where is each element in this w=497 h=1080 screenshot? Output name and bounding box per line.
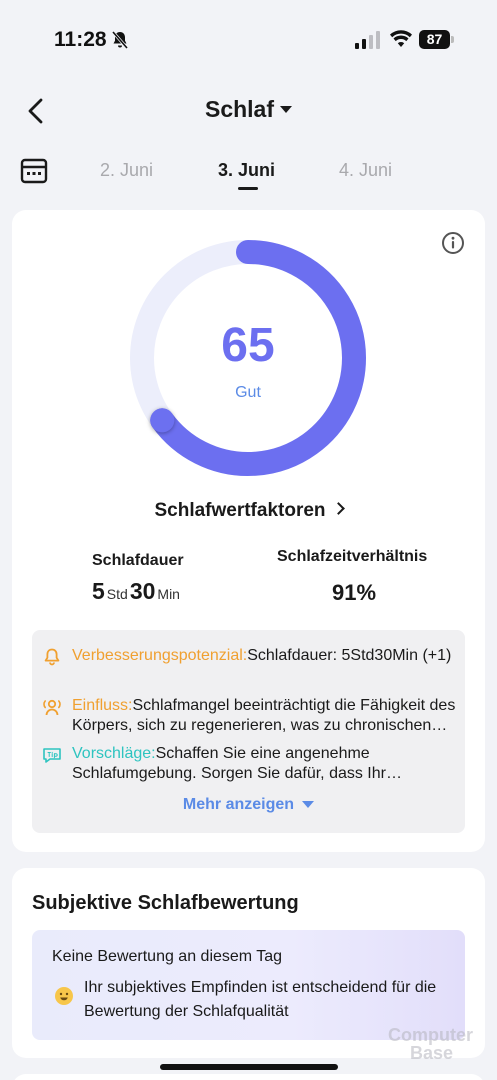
caret-down-icon <box>280 106 293 113</box>
show-more-label: Mehr anzeigen <box>182 796 295 813</box>
date-next[interactable]: 4. Juni <box>339 160 392 181</box>
insight-box: Verbesserungspotenzial:Schlafdauer: 5Std… <box>32 630 465 833</box>
score-factors-link[interactable]: Schlafwertfaktoren <box>12 500 485 522</box>
insight-tag: Einfluss: <box>72 697 133 714</box>
duration-minutes: 30 <box>129 578 156 604</box>
next-card <box>12 1074 485 1080</box>
score-value: 65 <box>221 319 275 372</box>
status-bar: 11:28 87 <box>0 0 497 80</box>
score-arc-end <box>150 408 175 433</box>
title-dropdown[interactable]: Schlaf <box>0 96 497 123</box>
date-prev[interactable]: 2. Juni <box>100 160 153 181</box>
signal-icon <box>355 31 380 49</box>
duration-value: 5 Std30 Min <box>92 578 182 605</box>
duration-hours: 5 <box>92 578 105 604</box>
battery-icon: 87 <box>419 30 455 49</box>
date-current-indicator <box>238 187 258 190</box>
watermark: Computer Base <box>388 1026 488 1062</box>
duration-hours-unit: Std <box>106 586 128 602</box>
caret-down-icon <box>302 801 315 809</box>
bell-muted-icon <box>111 31 129 49</box>
info-icon[interactable] <box>441 231 465 255</box>
calendar-icon[interactable] <box>20 157 48 185</box>
date-current[interactable]: 3. Juni <box>218 160 275 181</box>
insight-tag: Verbesserungspotenzial: <box>72 647 248 664</box>
score-factors-label: Schlafwertfaktoren <box>154 500 326 521</box>
duration-label: Schlafdauer <box>92 552 184 569</box>
subjective-description: Ihr subjektives Empfinden ist entscheide… <box>84 979 437 1020</box>
page-title: Schlaf <box>204 96 275 122</box>
smiley-icon <box>55 987 73 1005</box>
insight-text: Schlafdauer: 5Std30Min (+1) <box>247 647 452 664</box>
score-label: Gut <box>235 384 261 401</box>
chevron-right-icon <box>331 502 345 516</box>
watermark-line2: Base <box>410 1043 454 1063</box>
wifi-icon <box>390 30 412 47</box>
person-broadcast-icon <box>43 699 61 716</box>
duration-minutes-unit: Min <box>157 586 180 602</box>
subjective-rating-box[interactable]: Keine Bewertung an diesem Tag Ihr subjek… <box>32 930 465 1040</box>
insight-impact: Einfluss:Schlafmangel beeinträchtigt die… <box>42 696 458 736</box>
show-more-button[interactable]: Mehr anzeigen <box>32 796 465 814</box>
sleep-score-gauge: 65 Gut <box>126 236 370 480</box>
insight-tag: Vorschläge: <box>72 745 156 762</box>
home-indicator <box>160 1064 338 1070</box>
ratio-value: 91% <box>332 580 377 605</box>
sleep-score-card: 65 Gut Schlafwertfaktoren Schlafdauer 5S… <box>12 210 485 852</box>
tips-icon <box>43 748 61 763</box>
insight-suggestions: Vorschläge:Schaffen Sie eine angenehme S… <box>42 744 458 784</box>
bell-icon <box>44 648 60 666</box>
subjective-title: Subjektive Schlafbewertung <box>32 892 299 914</box>
watermark-line1: Computer <box>388 1025 473 1045</box>
insight-improvement: Verbesserungspotenzial:Schlafdauer: 5Std… <box>42 646 458 666</box>
status-time: 11:28 <box>54 28 107 51</box>
subjective-none-text: Keine Bewertung an diesem Tag <box>52 948 283 965</box>
ratio-label: Schlafzeitverhältnis <box>277 548 428 565</box>
battery-level: 87 <box>419 30 450 49</box>
